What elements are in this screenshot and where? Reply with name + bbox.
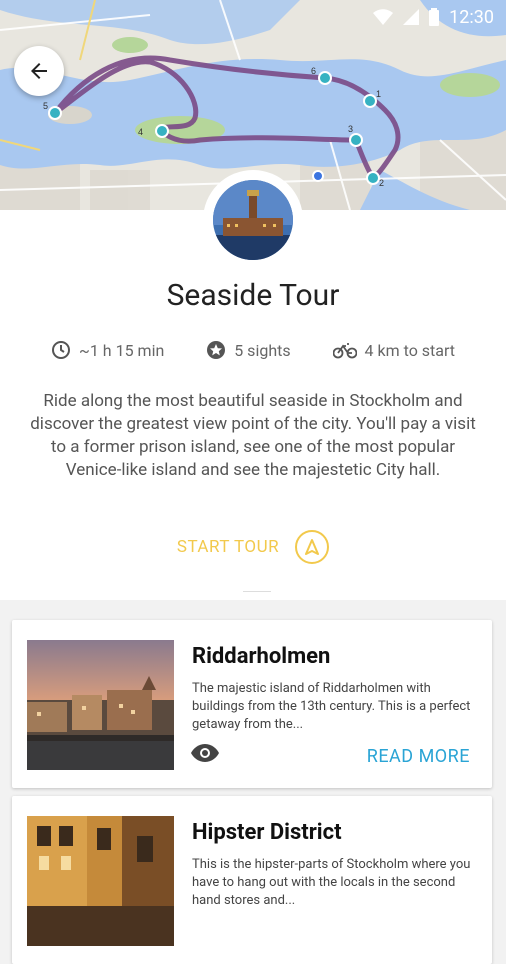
battery-icon [429, 8, 440, 26]
tour-photo [213, 180, 293, 260]
signal-icon [403, 9, 420, 25]
tour-description: Ride along the most beautiful seaside in… [30, 391, 476, 480]
section-divider [243, 591, 271, 592]
sight-card[interactable]: Hipster District This is the hipster-par… [12, 796, 492, 964]
svg-text:1: 1 [376, 89, 381, 99]
sight-description: This is the hipster-parts of Stockholm w… [192, 857, 471, 908]
back-button[interactable] [14, 46, 64, 96]
svg-text:3: 3 [348, 124, 353, 134]
current-location-dot [312, 170, 324, 182]
status-time: 12:30 [449, 6, 494, 28]
tour-avatar [203, 170, 303, 270]
start-tour-label: START TOUR [176, 537, 280, 557]
tour-title: Seaside Tour [166, 278, 340, 313]
sight-photo [27, 816, 174, 946]
svg-text:4: 4 [138, 127, 143, 137]
svg-text:6: 6 [311, 66, 316, 76]
sights-text: 5 sights [234, 340, 291, 360]
duration-info: ~1 h 15 min [51, 340, 164, 360]
sight-title: Hipster District [192, 820, 342, 845]
navigation-icon [295, 530, 330, 564]
wifi-icon [373, 9, 394, 25]
sight-card[interactable]: Riddarholmen The majestic island of Ridd… [12, 620, 492, 788]
svg-text:2: 2 [379, 178, 384, 188]
sight-photo [27, 640, 174, 770]
duration-text: ~1 h 15 min [78, 340, 165, 360]
bicycle-icon [332, 343, 357, 359]
sights-info: 5 sights [206, 340, 291, 360]
sight-title: Riddarholmen [192, 644, 331, 669]
status-bar: 12:30 [0, 0, 506, 34]
star-circle-icon [207, 341, 226, 359]
sight-description: The majestic island of Riddarholmen with… [192, 681, 471, 732]
tour-meta: ~1 h 15 min 5 sights 4 km to start [0, 340, 506, 360]
arrow-back-icon [31, 63, 47, 79]
clock-icon [51, 341, 70, 359]
read-more-button[interactable]: READ MORE [367, 746, 470, 767]
start-tour-button[interactable]: START TOUR [0, 530, 506, 564]
distance-text: 4 km to start [364, 340, 456, 360]
svg-text:5: 5 [43, 101, 48, 111]
eye-icon[interactable] [190, 742, 220, 768]
distance-info: 4 km to start [332, 340, 456, 360]
